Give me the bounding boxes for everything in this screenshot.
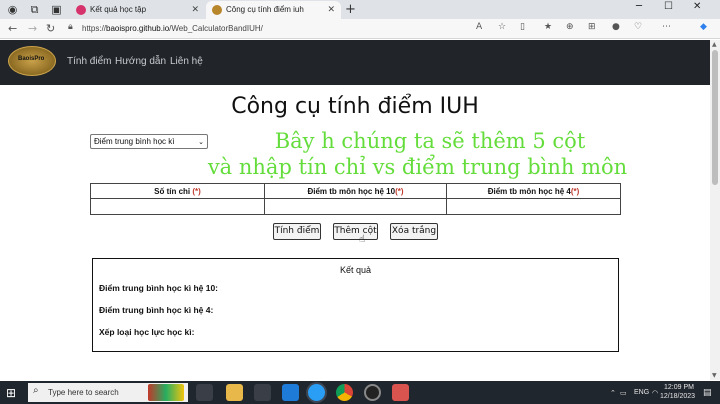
score-10-cell[interactable] (264, 198, 447, 215)
close-window-icon[interactable]: ✕ (693, 1, 701, 12)
scroll-down-icon[interactable]: ▼ (712, 372, 717, 379)
tray-chevron-icon[interactable]: ⌃ (610, 389, 616, 397)
app-icon[interactable] (254, 384, 271, 401)
header-score-10: Điểm tb môn học hệ 10(*) (264, 183, 447, 199)
copilot-icon[interactable]: ◆ (700, 22, 707, 32)
address-bar: ← → ↻ 🔒︎ https://baoispro.github.io/Web_… (0, 19, 720, 39)
search-icon: ⌕ (33, 385, 39, 396)
close-tab-icon[interactable]: ✕ (191, 1, 199, 19)
result-gpa-4: Điểm trung bình học kì hệ 4: (99, 305, 214, 315)
split-screen-icon[interactable]: ▯ (520, 22, 525, 32)
table-header-row: Số tín chỉ (*) Điểm tb môn học hệ 10(*) … (90, 183, 621, 199)
obs-icon[interactable] (364, 384, 381, 401)
browser-tab-bar: ◉ ⧉ ▣ Kết quả học tập ✕ Công cụ tính điể… (0, 0, 720, 19)
nav-link-lien-he[interactable]: Liên hệ (170, 56, 203, 67)
url-field[interactable]: https://baoispro.github.io/Web_Calculato… (82, 22, 263, 35)
nav-link-tinh-diem[interactable]: Tính điểm (67, 56, 111, 67)
page-title: Công cụ tính điểm IUH (231, 94, 479, 119)
site-navbar: BaoisPro Tính điểm Hướng dẫn Liên hệ (0, 40, 710, 85)
minimize-icon[interactable]: ─ (636, 1, 642, 12)
favorite-icon[interactable]: ☆ (498, 22, 506, 32)
profile-avatar-icon[interactable]: ● (612, 22, 620, 32)
result-classification: Xếp loại học lực học kì: (99, 327, 195, 337)
table-row (90, 198, 621, 215)
header-score-4: Điểm tb môn học hệ 4(*) (446, 183, 621, 199)
credits-cell[interactable] (90, 198, 265, 215)
lock-icon[interactable]: 🔒︎ (68, 22, 73, 32)
search-highlight-icon (148, 384, 184, 401)
page-scrollbar[interactable]: ▲ ▼ (710, 40, 720, 380)
site-logo[interactable]: BaoisPro (8, 46, 56, 76)
heart-icon[interactable]: ♡ (634, 22, 642, 32)
extensions-icon[interactable]: ⊞ (588, 22, 596, 32)
refresh-icon[interactable]: ↻ (46, 22, 55, 35)
vscode-icon[interactable] (282, 384, 299, 401)
network-icon[interactable]: ▭ (620, 389, 627, 397)
add-column-button[interactable]: Thêm cột (333, 223, 378, 240)
tab-ket-qua[interactable]: Kết quả học tập ✕ (70, 1, 205, 19)
clear-button[interactable]: Xóa trắng (390, 223, 438, 240)
tab-favicon-icon (212, 5, 222, 15)
back-icon[interactable]: ← (8, 22, 17, 35)
tab-actions-icon[interactable]: ▣ (50, 3, 63, 16)
scrollbar-thumb[interactable] (712, 50, 718, 185)
close-tab-icon[interactable]: ✕ (327, 1, 335, 19)
windows-taskbar: ⊞ ⌕ Type here to search ⌃ ▭ ENG ◠ 12:09 … (0, 381, 720, 404)
clock-time[interactable]: 12:09 PM (664, 384, 694, 391)
app-icon[interactable] (392, 384, 409, 401)
workspaces-icon[interactable]: ⧉ (28, 3, 41, 16)
language-indicator[interactable]: ENG (634, 389, 649, 396)
forward-icon[interactable]: → (28, 22, 37, 35)
windows-start-icon[interactable]: ⊞ (6, 386, 16, 400)
cursor-hand-icon: ☝ (359, 234, 366, 245)
file-explorer-icon[interactable] (226, 384, 243, 401)
profile-icon[interactable]: ◉ (6, 3, 19, 16)
wifi-icon[interactable]: ◠ (652, 389, 658, 397)
result-gpa-10: Điểm trung bình học kì hệ 10: (99, 283, 219, 293)
clock-date[interactable]: 12/18/2023 (660, 393, 695, 400)
favorites-bar-icon[interactable]: ★ (544, 22, 552, 32)
result-title: Kết quả (339, 265, 372, 275)
nav-link-huong-dan[interactable]: Hướng dẫn (115, 56, 166, 67)
result-panel: Kết quả Điểm trung bình học kì hệ 10: Đi… (92, 258, 619, 352)
annotation-line-1: Bây h chúng ta sẽ thêm 5 cột (274, 129, 586, 153)
tab-cong-cu[interactable]: Công cụ tính điểm iuh ✕ (206, 1, 341, 19)
edge-icon[interactable] (308, 384, 325, 401)
maximize-icon[interactable]: ☐ (664, 1, 673, 12)
annotation-line-2: và nhập tín chỉ vs điểm trung bình môn (207, 155, 628, 179)
notifications-icon[interactable]: ▤ (703, 388, 712, 398)
calculate-button[interactable]: Tính điểm (273, 223, 321, 240)
collections-icon[interactable]: ⊕ (566, 22, 574, 32)
header-credits: Số tín chỉ (*) (90, 183, 265, 199)
task-view-icon[interactable] (196, 384, 213, 401)
read-aloud-icon[interactable]: A (476, 22, 482, 32)
new-tab-button[interactable]: + (344, 3, 357, 16)
scroll-up-icon[interactable]: ▲ (712, 41, 717, 48)
grade-table: Số tín chỉ (*) Điểm tb môn học hệ 10(*) … (90, 183, 621, 215)
chrome-icon[interactable] (336, 384, 353, 401)
score-4-cell[interactable] (446, 198, 621, 215)
taskbar-search-box[interactable]: ⌕ Type here to search (28, 383, 188, 402)
more-icon[interactable]: ⋯ (662, 22, 671, 32)
tab-favicon-icon (76, 5, 86, 15)
